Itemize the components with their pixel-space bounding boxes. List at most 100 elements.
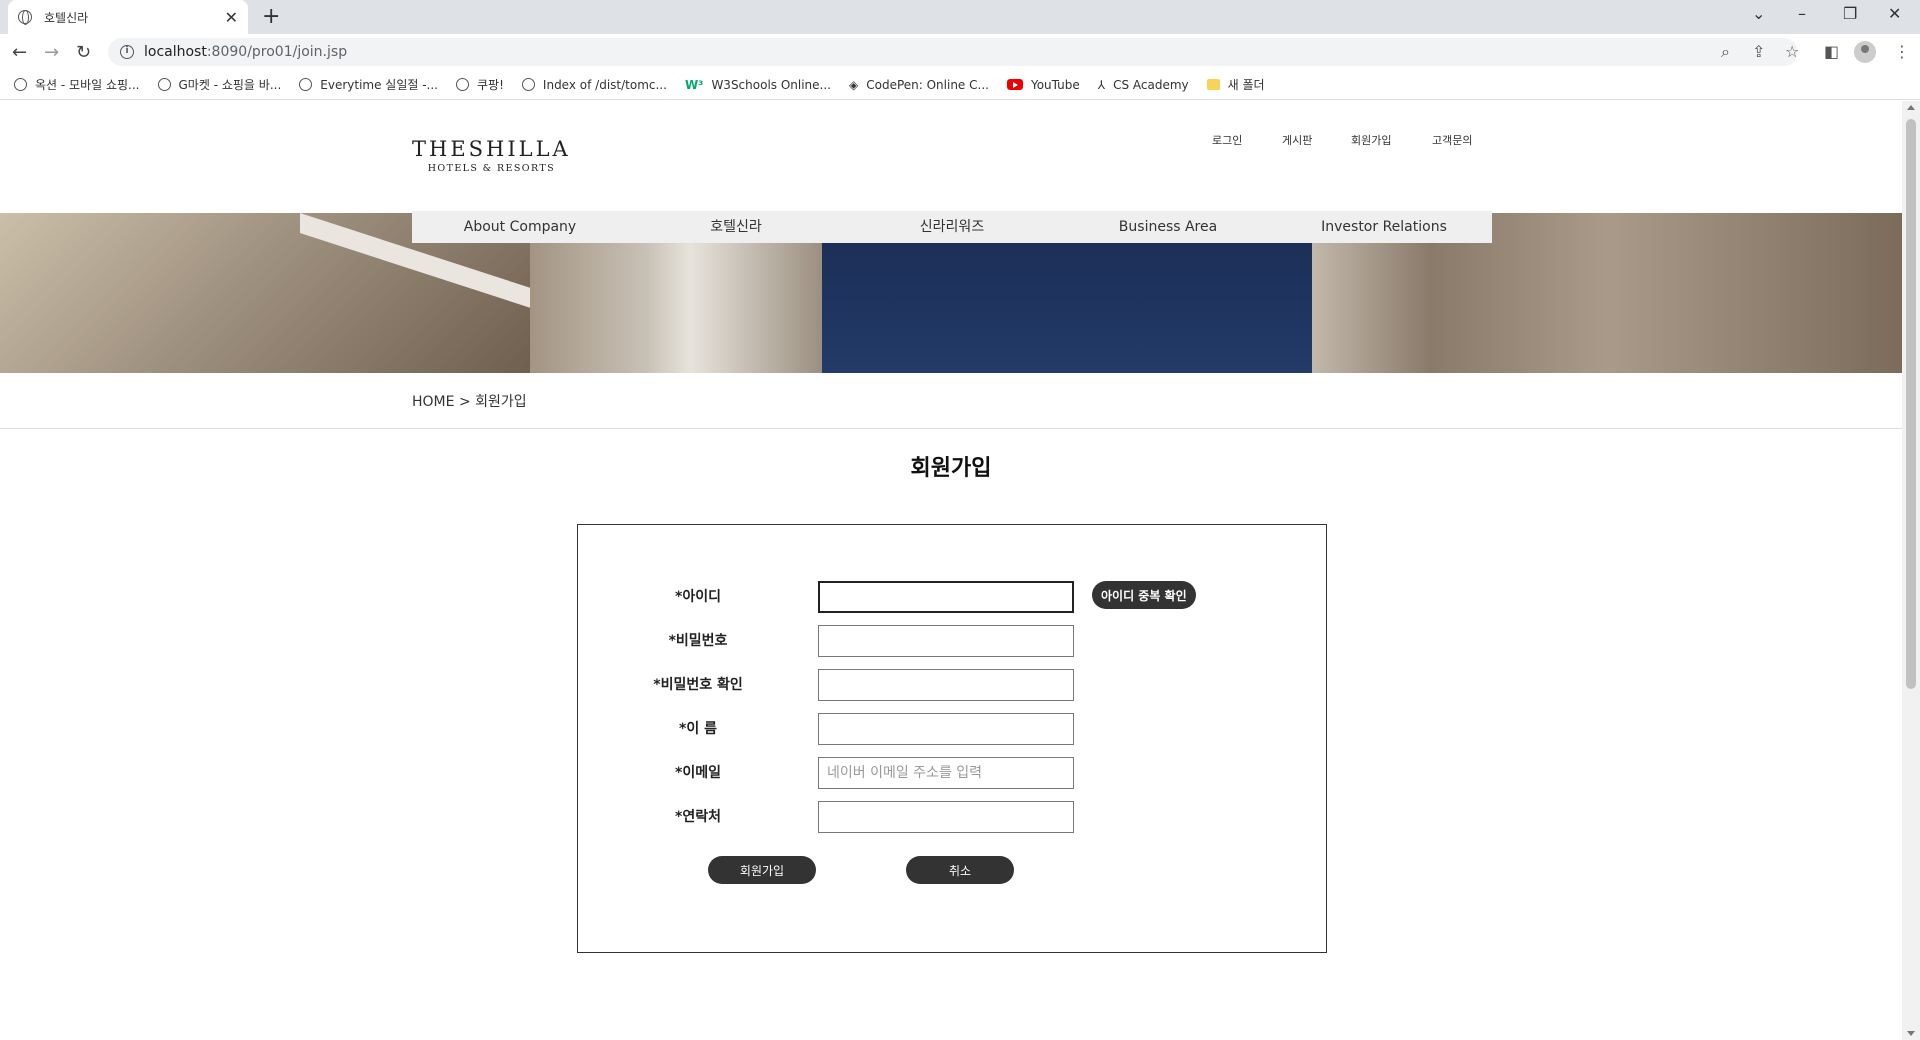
nav-business-area[interactable]: Business Area	[1060, 211, 1276, 243]
email-input[interactable]	[818, 757, 1074, 789]
globe-icon	[18, 10, 32, 25]
url-host: localhost	[144, 44, 207, 60]
bookmark-label: 옥션 - 모바일 쇼핑...	[35, 78, 140, 92]
bookmark-item[interactable]: Index of /dist/tomc...	[521, 77, 667, 92]
browser-toolbar: ← → ↻ i localhost:8090/pro01/join.jsp	[0, 34, 1920, 70]
logo-subtext: HOTELS & RESORTS	[427, 163, 555, 174]
password-label: *비밀번호	[668, 633, 728, 649]
scroll-up-arrow-icon[interactable]	[1907, 105, 1915, 110]
minimize-icon[interactable]: –	[1798, 4, 1806, 23]
globe-icon	[157, 78, 171, 91]
top-menu-login[interactable]: 로그인	[1212, 132, 1242, 148]
bookmark-label: W3Schools Online...	[711, 77, 831, 92]
bookmark-item[interactable]: 옥션 - 모바일 쇼핑...	[14, 76, 140, 93]
divider	[0, 428, 1902, 429]
w3schools-icon: W³	[684, 77, 704, 92]
bookmark-label: CodePen: Online C...	[866, 77, 989, 92]
top-menu-board[interactable]: 게시판	[1282, 132, 1312, 148]
email-label: *이메일	[675, 765, 721, 781]
phone-label: *연락처	[675, 809, 721, 825]
new-tab-icon[interactable]: +	[262, 4, 280, 29]
scrollbar-thumb[interactable]	[1906, 119, 1916, 689]
browser-tab-bar: 호텔신라 ✕ + ⌄ – ❐ ✕	[0, 0, 1920, 34]
form-row-id: *아이디 아이디 중복 확인	[578, 581, 1328, 613]
form-row-password-confirm: *비밀번호 확인	[578, 669, 1328, 701]
profile-avatar[interactable]	[1854, 41, 1876, 63]
site-logo[interactable]: THESHILLA HOTELS & RESORTS	[412, 137, 571, 174]
close-window-icon[interactable]: ✕	[1888, 4, 1901, 23]
share-icon[interactable]: ⇪	[1752, 42, 1765, 61]
back-icon[interactable]: ←	[12, 42, 27, 63]
name-input[interactable]	[818, 713, 1074, 745]
breadcrumb-home[interactable]: HOME	[412, 394, 454, 410]
youtube-icon	[1006, 79, 1023, 90]
tab-close-icon[interactable]: ✕	[225, 8, 238, 27]
url-path: :8090/pro01/join.jsp	[206, 44, 348, 60]
bookmark-item[interactable]: 새 폴더	[1206, 76, 1265, 93]
bookmark-item[interactable]: ◈ CodePen: Online C...	[849, 78, 989, 92]
cs-academy-icon: ⅄	[1097, 77, 1106, 92]
nav-investor-relations[interactable]: Investor Relations	[1276, 211, 1492, 243]
phone-input[interactable]	[818, 801, 1074, 833]
id-duplicate-check-button[interactable]: 아이디 중복 확인	[1092, 581, 1196, 609]
form-row-name: *이 름	[578, 713, 1328, 745]
submit-join-button[interactable]: 회원가입	[708, 856, 816, 884]
password-input[interactable]	[818, 625, 1074, 657]
address-bar[interactable]: i localhost:8090/pro01/join.jsp	[108, 38, 1798, 66]
join-form: *아이디 아이디 중복 확인 *비밀번호 *비밀번호 확인 *이 름 *이메일 …	[577, 524, 1327, 953]
name-label: *이 름	[679, 721, 717, 737]
breadcrumb-current: 회원가입	[475, 394, 527, 410]
menu-kebab-icon[interactable]: ⋮	[1894, 42, 1910, 61]
codepen-icon: ◈	[849, 77, 859, 92]
restore-icon[interactable]: ❐	[1843, 4, 1857, 23]
web-page: THESHILLA HOTELS & RESORTS 로그인 게시판 회원가입 …	[0, 101, 1902, 1040]
password-confirm-input[interactable]	[818, 669, 1074, 701]
bookmark-label: 쿠팡!	[477, 78, 504, 92]
bookmark-label: G마켓 - 쇼핑을 바...	[178, 78, 282, 92]
breadcrumb: HOME > 회원가입	[412, 391, 527, 411]
nav-shilla-rewards[interactable]: 신라리워즈	[844, 211, 1060, 243]
scroll-down-arrow-icon[interactable]	[1907, 1031, 1915, 1036]
forward-icon[interactable]: →	[44, 42, 59, 63]
bookmark-item[interactable]: G마켓 - 쇼핑을 바...	[157, 76, 282, 93]
main-navigation: About Company 호텔신라 신라리워즈 Business Area I…	[412, 211, 1492, 243]
bookmark-label: Index of /dist/tomc...	[542, 77, 667, 92]
nav-hotel-shilla[interactable]: 호텔신라	[628, 211, 844, 243]
globe-icon	[299, 78, 313, 91]
logo-text: THESHILLA	[412, 137, 571, 161]
bookmark-label: CS Academy	[1113, 77, 1189, 92]
browser-tab[interactable]: 호텔신라 ✕	[8, 0, 248, 34]
bookmark-item[interactable]: Everytime 실일절 -...	[299, 76, 438, 93]
bookmark-star-icon[interactable]: ☆	[1785, 42, 1799, 61]
bookmark-item[interactable]: 쿠팡!	[456, 76, 504, 93]
form-row-email: *이메일	[578, 757, 1328, 789]
bookmark-label: YouTube	[1030, 77, 1080, 92]
zoom-icon[interactable]: ⌕	[1721, 42, 1730, 62]
bookmark-label: Everytime 실일절 -...	[320, 78, 439, 92]
bookmark-item[interactable]: YouTube	[1006, 77, 1080, 92]
globe-icon	[14, 78, 27, 91]
form-row-phone: *연락처	[578, 801, 1328, 833]
bookmark-item[interactable]: W³ W3Schools Online...	[685, 78, 831, 92]
form-row-password: *비밀번호	[578, 625, 1328, 657]
tab-search-icon[interactable]: ⌄	[1752, 4, 1765, 23]
folder-icon	[1206, 79, 1220, 90]
globe-icon	[521, 78, 535, 91]
tab-title: 호텔신라	[44, 10, 89, 25]
bookmark-item[interactable]: ⅄ CS Academy	[1098, 78, 1189, 92]
password-confirm-label: *비밀번호 확인	[653, 677, 743, 693]
id-label: *아이디	[675, 589, 721, 605]
cancel-button[interactable]: 취소	[906, 856, 1014, 884]
site-info-icon[interactable]: i	[120, 45, 134, 59]
page-title: 회원가입	[910, 456, 992, 481]
id-input[interactable]	[818, 581, 1074, 613]
bookmarks-bar: 옥션 - 모바일 쇼핑... G마켓 - 쇼핑을 바... Everytime …	[0, 70, 1920, 100]
top-menu-join[interactable]: 회원가입	[1351, 132, 1391, 148]
reload-icon[interactable]: ↻	[76, 42, 91, 63]
page-scrollbar[interactable]	[1902, 101, 1920, 1040]
top-menu-contact[interactable]: 고객문의	[1432, 132, 1472, 148]
side-panel-icon[interactable]: ◧	[1824, 42, 1839, 61]
globe-icon	[456, 78, 470, 91]
breadcrumb-separator: >	[458, 394, 471, 410]
nav-about-company[interactable]: About Company	[412, 211, 628, 243]
